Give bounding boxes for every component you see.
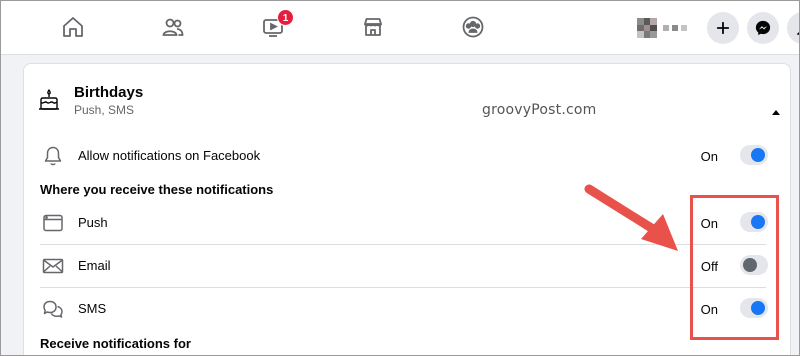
receive-for-heading: Receive notifications for: [40, 336, 191, 351]
screenshot-root: 1 Birthdays Push, SMS groovyPost.com All…: [0, 0, 800, 356]
messenger-icon: [755, 20, 771, 36]
email-row: Email Off: [40, 245, 768, 287]
birthdays-section-header[interactable]: Birthdays Push, SMS groovyPost.com: [38, 82, 780, 118]
notification-settings-card: Birthdays Push, SMS groovyPost.com Allow…: [23, 63, 791, 355]
receive-heading: Where you receive these notifications: [40, 182, 274, 197]
bell-icon: [44, 146, 62, 166]
sms-row: SMS On: [40, 288, 768, 330]
toggle-knob: [743, 258, 757, 272]
friends-icon: [162, 18, 184, 36]
push-label: Push: [78, 215, 108, 230]
marketplace-icon: [364, 18, 382, 36]
top-navigation-bar: 1: [1, 1, 799, 55]
watch-notification-badge: 1: [277, 9, 294, 26]
nav-watch[interactable]: 1: [233, 1, 313, 53]
chat-bubbles-icon: [43, 300, 63, 318]
push-state: On: [700, 216, 718, 231]
nav-home[interactable]: [33, 1, 113, 53]
birthday-cake-icon: [39, 89, 59, 110]
account-button[interactable]: [787, 12, 799, 44]
create-button[interactable]: [707, 12, 739, 44]
watermark-text: groovyPost.com: [482, 102, 597, 118]
envelope-icon: [42, 258, 64, 274]
allow-notifications-state: On: [700, 149, 718, 164]
nav-friends[interactable]: [133, 1, 213, 53]
allow-notifications-label: Allow notifications on Facebook: [78, 148, 261, 163]
plus-icon: [716, 21, 730, 35]
profile-shortcut[interactable]: [637, 18, 693, 38]
profile-name-blurred: [663, 25, 687, 31]
email-toggle[interactable]: [740, 255, 768, 275]
toggle-knob: [751, 215, 765, 229]
section-title: Birthdays: [74, 84, 144, 101]
email-state: Off: [700, 259, 718, 274]
browser-window-icon: [43, 214, 63, 232]
allow-notifications-toggle[interactable]: [740, 145, 768, 165]
collapse-caret-icon[interactable]: [772, 110, 780, 115]
home-icon: [63, 17, 83, 37]
account-icon: [797, 32, 799, 35]
sms-toggle[interactable]: [740, 298, 768, 318]
push-toggle[interactable]: [740, 212, 768, 232]
push-row: Push On: [40, 202, 768, 244]
toggle-knob: [751, 301, 765, 315]
section-subtitle: Push, SMS: [74, 103, 135, 117]
messenger-button[interactable]: [747, 12, 779, 44]
toggle-knob: [751, 148, 765, 162]
sms-label: SMS: [78, 301, 107, 316]
groups-icon: [462, 16, 484, 38]
avatar: [637, 18, 657, 38]
email-label: Email: [78, 258, 111, 273]
sms-state: On: [700, 302, 718, 317]
nav-marketplace[interactable]: [333, 1, 413, 53]
allow-notifications-row: Allow notifications on Facebook On: [40, 135, 768, 177]
nav-groups[interactable]: [433, 1, 513, 53]
